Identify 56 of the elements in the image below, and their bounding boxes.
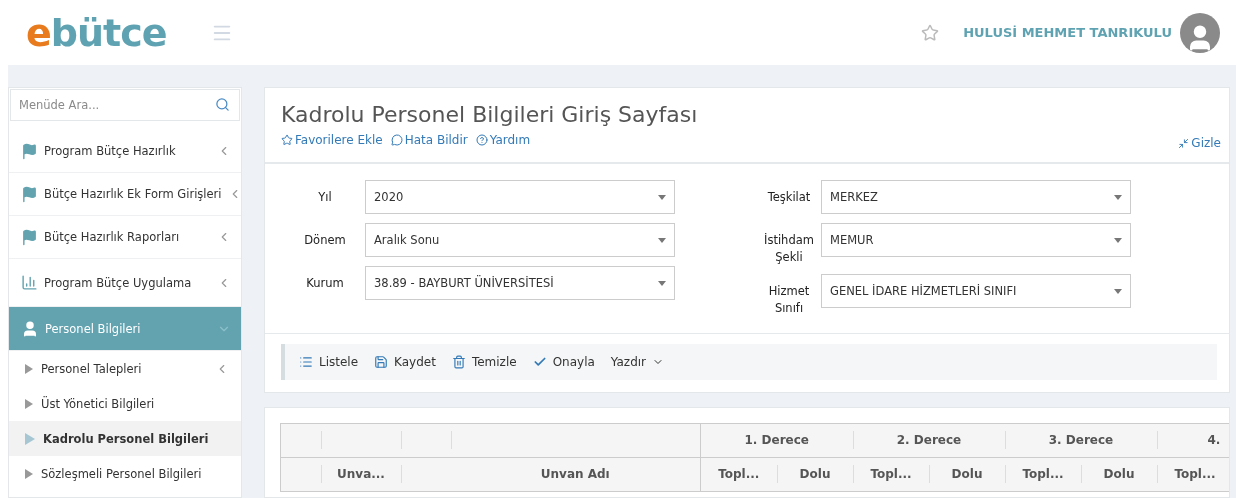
search-icon[interactable] bbox=[215, 97, 230, 112]
avatar-icon[interactable] bbox=[1180, 12, 1220, 53]
field-label: Kurum bbox=[305, 275, 345, 292]
hide-link[interactable]: Gizle bbox=[1178, 136, 1221, 150]
toolbar-button[interactable]: Onayla bbox=[532, 354, 595, 369]
field-label: Dönem bbox=[303, 232, 347, 249]
star-icon bbox=[281, 134, 293, 146]
select-field[interactable]: 2020 bbox=[365, 180, 675, 214]
table-header: 1. Derece bbox=[743, 432, 810, 450]
page-link[interactable]: Yardım bbox=[475, 133, 531, 147]
field-label: Hizmet Sınıfı bbox=[767, 283, 811, 317]
toolbar-button[interactable]: Yazdır bbox=[610, 354, 665, 369]
triangle-icon bbox=[25, 432, 35, 445]
table-header: Dolu bbox=[776, 465, 853, 484]
page-link[interactable]: Hata Bildir bbox=[390, 133, 468, 147]
field-label: Teşkilat bbox=[766, 189, 812, 206]
bar-chart-icon bbox=[21, 274, 38, 291]
star-icon[interactable] bbox=[921, 23, 940, 42]
table-header: Topl... bbox=[852, 465, 929, 484]
flag-icon bbox=[21, 228, 38, 246]
table-header: 4. bbox=[1156, 431, 1229, 450]
flag-icon bbox=[21, 142, 38, 160]
table-header: Topl... bbox=[1156, 465, 1229, 484]
table-header: Unva... bbox=[320, 465, 401, 484]
table-header: Topl... bbox=[1004, 465, 1081, 484]
search-field[interactable]: Menüde Ara... bbox=[10, 89, 240, 121]
toolbar-button[interactable]: Temizle bbox=[451, 354, 517, 369]
table-header: Unvan Adı bbox=[539, 466, 611, 484]
select-field[interactable]: GENEL İDARE HİZMETLERİ SINIFI bbox=[821, 274, 1131, 309]
table-header: Dolu bbox=[1080, 465, 1157, 484]
toolbar-button[interactable]: Listele bbox=[299, 354, 359, 369]
user-icon bbox=[21, 319, 39, 338]
select-field[interactable]: MERKEZ bbox=[821, 180, 1131, 214]
triangle-icon bbox=[25, 363, 33, 374]
ebutce-logo: ebütce bbox=[26, 13, 167, 52]
collapse-icon bbox=[1178, 137, 1190, 149]
toolbar-button[interactable]: Kaydet bbox=[374, 354, 436, 369]
field-label: İstihdam Şekli bbox=[763, 232, 815, 266]
triangle-icon bbox=[25, 398, 33, 409]
help-icon bbox=[475, 134, 488, 146]
page-link[interactable]: Favorilere Ekle bbox=[281, 133, 383, 147]
triangle-icon bbox=[25, 468, 33, 479]
trash-icon bbox=[451, 354, 466, 369]
table-header: Dolu bbox=[928, 465, 1005, 484]
submenu-item[interactable]: Kadrolu Personel Bilgileri bbox=[9, 421, 241, 456]
list-icon bbox=[299, 354, 313, 369]
page-title: Kadrolu Personel Bilgileri Giriş Sayfası bbox=[281, 102, 699, 127]
field-label: Yıl bbox=[317, 189, 333, 206]
select-field[interactable]: Aralık Sonu bbox=[365, 223, 675, 257]
table-header: Topl... bbox=[717, 466, 761, 484]
table-header: 2. Derece bbox=[852, 431, 1005, 450]
select-field[interactable]: 38.89 - BAYBURT ÜNİVERSİTESİ bbox=[365, 266, 675, 300]
table-header: 3. Derece bbox=[1004, 431, 1157, 450]
flag-icon bbox=[21, 185, 38, 203]
select-field[interactable]: MEMUR bbox=[821, 223, 1131, 257]
speech-bubble-icon bbox=[390, 134, 403, 146]
